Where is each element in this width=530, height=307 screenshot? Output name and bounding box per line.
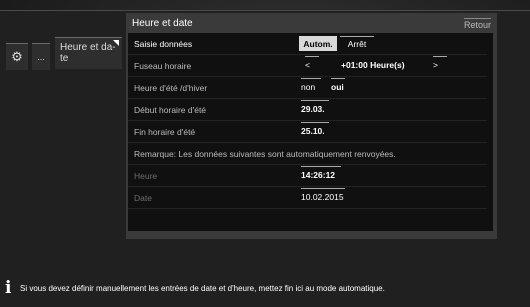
option-oui[interactable]: oui	[331, 78, 345, 92]
fin-label: Fin horaire d'été	[134, 127, 196, 137]
fuseau-next-button[interactable]: >	[433, 56, 447, 70]
fuseau-prev-button[interactable]: <	[305, 56, 319, 70]
heure-value: 14:26:12	[301, 166, 341, 180]
debut-label: Début horaire d'été	[134, 105, 207, 115]
row-heure: Heure 14:26:12	[128, 165, 493, 187]
arret-option[interactable]: Arrêt	[340, 36, 374, 51]
tab-heure-et-date[interactable]: Heure et da- te	[55, 37, 122, 69]
autom-option[interactable]: Autom.	[299, 36, 337, 51]
row-saisie-donnees: Saisie données Autom. Arrêt	[128, 33, 493, 55]
row-debut-horaire-ete: Début horaire d'été 29.03.	[128, 99, 493, 121]
settings-list: Saisie données Autom. Arrêt Fuseau horai…	[128, 33, 493, 231]
settings-panel: Heure et date Retour Saisie données Auto…	[126, 13, 497, 239]
fuseau-label: Fuseau horaire	[134, 61, 192, 71]
option-non[interactable]: non	[301, 78, 321, 92]
corner-indicator-icon	[113, 40, 119, 46]
saisie-label: Saisie données	[134, 39, 193, 49]
settings-button[interactable]: ⚙	[6, 43, 28, 70]
more-button[interactable]: ...	[32, 43, 50, 70]
row-date: Date 10.02.2015	[128, 187, 493, 209]
scrollbar[interactable]	[487, 33, 493, 231]
row-heure-ete-hiver: Heure d'été /d'hiver non oui	[128, 77, 493, 99]
info-icon: i	[5, 278, 12, 298]
back-button[interactable]: Retour	[463, 18, 491, 30]
ete-hiver-label: Heure d'été /d'hiver	[134, 83, 208, 93]
debut-value[interactable]: 29.03.	[301, 100, 329, 114]
date-value: 10.02.2015	[301, 188, 345, 202]
row-fin-horaire-ete: Fin horaire d'été 25.10.	[128, 121, 493, 143]
fin-value[interactable]: 25.10.	[301, 122, 329, 136]
date-label: Date	[134, 193, 152, 203]
gear-icon: ⚙	[11, 49, 23, 64]
page-title: Heure et date	[132, 18, 193, 29]
more-label: ...	[37, 52, 45, 62]
remarque-text: Remarque: Les données suivantes sont aut…	[134, 149, 396, 159]
fuseau-value: +01:00 Heure(s)	[341, 60, 405, 70]
row-fuseau-horaire: Fuseau horaire < +01:00 Heure(s) >	[128, 55, 493, 77]
info-text: Si vous devez définir manuellement les e…	[20, 284, 385, 293]
heure-label: Heure	[134, 171, 158, 181]
tab-label: Heure et da- te	[60, 42, 116, 64]
panel-header: Heure et date Retour	[126, 13, 497, 33]
row-remarque: Remarque: Les données suivantes sont aut…	[128, 143, 493, 165]
